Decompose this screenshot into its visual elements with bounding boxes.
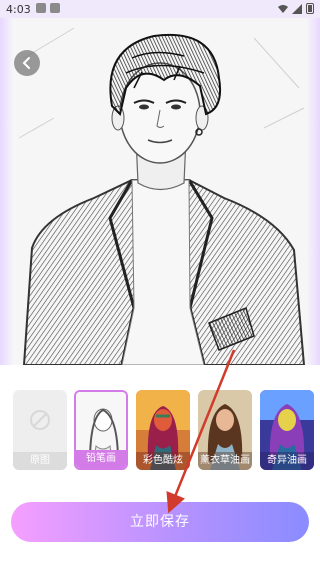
- pencil-sketch-portrait: [14, 18, 306, 365]
- back-button[interactable]: [14, 50, 40, 76]
- style-label: 铅笔画: [76, 450, 126, 468]
- chevron-left-icon: [22, 57, 30, 69]
- style-original[interactable]: 原图: [13, 390, 67, 470]
- style-label: 薰衣草油画: [198, 452, 252, 470]
- style-label: 奇异油画: [260, 452, 314, 470]
- style-label: 彩色酷炫: [136, 452, 190, 470]
- style-selector: 原图 铅笔画 彩色酷炫 薰衣草油画 奇异油画: [0, 390, 320, 470]
- notification-icon-2: [50, 3, 60, 13]
- style-lavender-oil[interactable]: 薰衣草油画: [198, 390, 252, 470]
- battery-icon: [306, 3, 314, 14]
- notification-icon: [36, 3, 46, 13]
- signal-icon: [292, 3, 302, 14]
- status-bar: 4:03: [0, 0, 320, 18]
- save-now-button[interactable]: 立即保存: [11, 502, 309, 542]
- photo-preview: [0, 18, 320, 365]
- system-icons: [278, 3, 314, 14]
- style-label: 原图: [13, 452, 67, 470]
- notification-icons: [36, 3, 60, 13]
- style-color-cool[interactable]: 彩色酷炫: [136, 390, 190, 470]
- style-fantasy-oil[interactable]: 奇异油画: [260, 390, 314, 470]
- status-time: 4:03: [6, 3, 31, 16]
- style-pencil[interactable]: 铅笔画: [74, 390, 128, 470]
- wifi-icon: [278, 4, 288, 13]
